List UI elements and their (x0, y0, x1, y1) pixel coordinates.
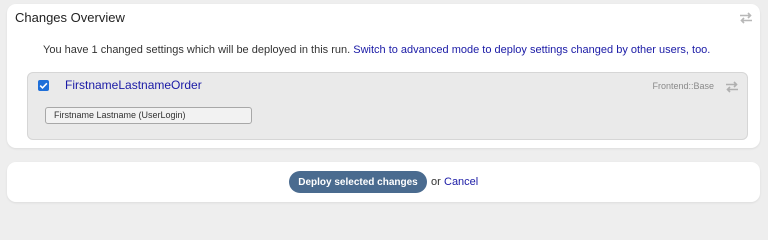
action-row: Deploy selected changes or Cancel (7, 162, 760, 202)
setting-name-link[interactable]: FirstnameLastnameOrder (65, 78, 202, 92)
cancel-link[interactable]: Cancel (444, 176, 478, 188)
setting-item: FirstnameLastnameOrder Frontend::Base Fi… (27, 72, 748, 140)
actions-panel: Deploy selected changes or Cancel (7, 162, 760, 202)
setting-value-field: Firstname Lastname (UserLogin) (45, 107, 252, 124)
checkmark-icon (39, 82, 48, 90)
setting-checkbox[interactable] (38, 80, 49, 91)
setting-scope-label: Frontend::Base (652, 81, 714, 91)
swap-arrows-icon[interactable] (739, 12, 753, 24)
deploy-selected-changes-button[interactable]: Deploy selected changes (289, 171, 427, 193)
panel-title: Changes Overview (15, 10, 125, 25)
swap-arrows-icon[interactable] (725, 81, 739, 93)
advanced-mode-link[interactable]: Switch to advanced mode to deploy settin… (353, 44, 710, 56)
changed-settings-text: You have 1 changed settings which will b… (43, 44, 351, 56)
info-line: You have 1 changed settings which will b… (43, 44, 710, 56)
changes-overview-panel: Changes Overview You have 1 changed sett… (7, 4, 760, 148)
or-text: or (431, 176, 441, 188)
